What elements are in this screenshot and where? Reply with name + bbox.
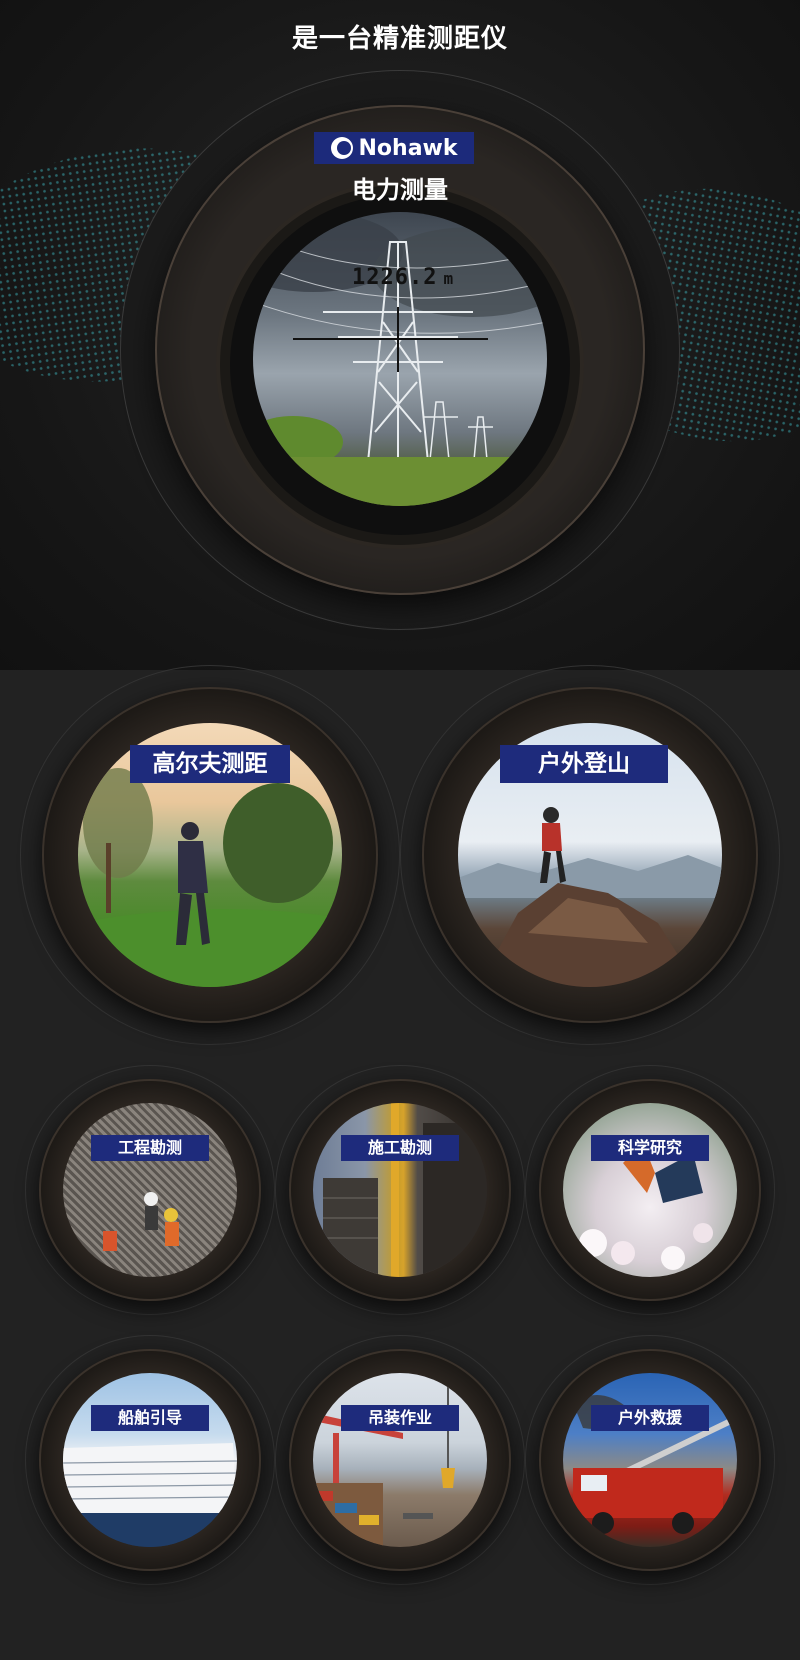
distance-unit: m bbox=[443, 269, 455, 288]
application-engineering-survey: 工程勘测 bbox=[25, 1065, 275, 1315]
distance-readout: 1226.2 m bbox=[352, 265, 454, 290]
application-label: 户外登山 bbox=[500, 745, 668, 783]
application-label: 户外救援 bbox=[591, 1405, 709, 1431]
application-scientific-research: 科学研究 bbox=[525, 1065, 775, 1315]
brand-badge: Nohawk bbox=[314, 132, 474, 164]
butterfly-illustration bbox=[579, 1143, 713, 1270]
application-outdoor-rescue: 户外救援 bbox=[525, 1335, 775, 1585]
engineering-scene bbox=[63, 1103, 237, 1277]
application-golf: 高尔夫测距 bbox=[20, 665, 400, 1045]
cruise-ship-illustration bbox=[63, 1443, 237, 1547]
brand-name: Nohawk bbox=[358, 135, 458, 161]
application-ship-guidance: 船舶引导 bbox=[25, 1335, 275, 1585]
application-label: 吊装作业 bbox=[341, 1405, 459, 1431]
application-label: 施工勘测 bbox=[341, 1135, 459, 1161]
distance-value: 1226.2 bbox=[352, 265, 438, 290]
power-line-scene bbox=[253, 212, 547, 506]
application-construction-survey: 施工勘测 bbox=[275, 1065, 525, 1315]
hero-application-label: 电力测量 bbox=[352, 176, 448, 204]
crane-building-illustration bbox=[323, 1103, 487, 1277]
hero-section: 是一台精准测距仪 1226.2 m Nohawk 电力测量 bbox=[0, 0, 800, 670]
application-label: 船舶引导 bbox=[91, 1405, 209, 1431]
applications-section: 高尔夫测距 户外登山 工程勘测 施工勘测 科学研究 船舶引导 吊装作业 户外救援 bbox=[0, 665, 800, 1660]
nohawk-logo-icon bbox=[330, 137, 353, 159]
fire-rescue-scene bbox=[563, 1373, 737, 1547]
application-label: 工程勘测 bbox=[91, 1135, 209, 1161]
port-crane-illustration bbox=[313, 1373, 455, 1547]
application-label: 科学研究 bbox=[591, 1135, 709, 1161]
workers-illustration bbox=[103, 1192, 179, 1251]
page-title: 是一台精准测距仪 bbox=[291, 24, 508, 54]
construction-scene bbox=[313, 1103, 487, 1277]
butterfly-scene bbox=[563, 1103, 737, 1277]
fire-truck-illustration bbox=[573, 1395, 737, 1534]
application-hiking: 户外登山 bbox=[400, 665, 780, 1045]
power-tower-illustration bbox=[253, 212, 547, 506]
application-hoisting: 吊装作业 bbox=[275, 1335, 525, 1585]
port-crane-scene bbox=[313, 1373, 487, 1547]
application-label: 高尔夫测距 bbox=[130, 745, 290, 783]
ship-scene bbox=[63, 1373, 237, 1547]
